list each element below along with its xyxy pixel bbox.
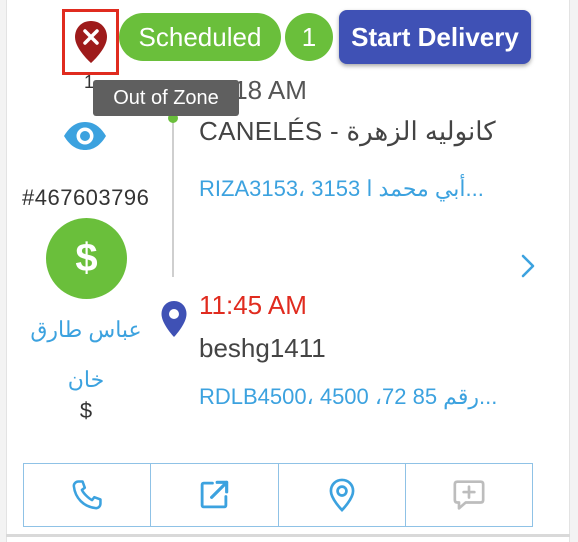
- payment-button[interactable]: $: [46, 218, 127, 299]
- status-badge: Scheduled: [119, 13, 281, 61]
- view-details-button[interactable]: [62, 120, 108, 157]
- dropoff-pin: [160, 300, 188, 343]
- chevron-right-icon: [521, 254, 535, 278]
- card-divider: [6, 534, 570, 537]
- pickup-name: CANELÉS - كانوليه الزهرة: [199, 116, 496, 146]
- out-of-zone-tooltip: Out of Zone: [93, 80, 239, 116]
- map-button[interactable]: [278, 464, 406, 526]
- phone-icon: [72, 480, 102, 510]
- expand-button[interactable]: [518, 252, 538, 285]
- map-pin-icon: [161, 301, 187, 337]
- message-button[interactable]: [405, 464, 532, 526]
- action-bar: [23, 463, 533, 527]
- location-marker-icon: [329, 478, 355, 512]
- customer-amount: $: [79, 398, 93, 423]
- message-plus-icon: [453, 480, 485, 510]
- eye-icon: [64, 122, 106, 150]
- dropoff-time: 11:45 AM: [199, 290, 307, 320]
- customer-name-link[interactable]: عباس طارق خان: [16, 305, 156, 405]
- order-number: #467603796: [22, 185, 150, 210]
- dollar-icon: $: [75, 236, 98, 280]
- map-pin-x-icon: [74, 21, 107, 63]
- pickup-address-link[interactable]: RIZA3153، 3153 أبي محمد ا...: [199, 164, 489, 214]
- out-of-zone-indicator[interactable]: [62, 9, 119, 75]
- open-details-button[interactable]: [151, 464, 279, 526]
- count-badge: 1: [285, 13, 333, 61]
- timeline-line: [172, 115, 174, 277]
- call-button[interactable]: [24, 464, 152, 526]
- external-link-icon: [201, 480, 229, 509]
- dropoff-address-link[interactable]: RDLB4500، 4500 ،72 رقم 85...: [199, 372, 499, 422]
- start-delivery-button[interactable]: Start Delivery: [339, 10, 531, 64]
- dropoff-name: beshg1411: [199, 333, 326, 363]
